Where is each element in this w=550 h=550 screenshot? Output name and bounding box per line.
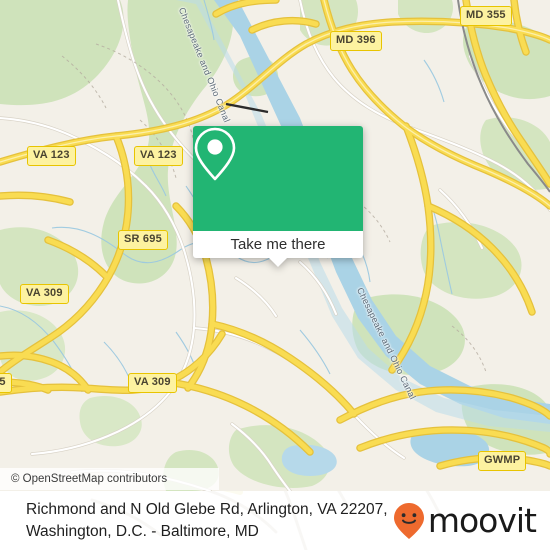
road-shield-va-123-east[interactable]: VA 123 <box>134 146 183 166</box>
popup-tail <box>269 258 287 267</box>
popup-header <box>193 126 363 231</box>
moovit-pin-smiley-icon <box>393 502 424 539</box>
map-pin-icon <box>194 127 236 181</box>
road-shield-va-123-west[interactable]: VA 123 <box>27 146 76 166</box>
popup-footer[interactable]: Take me there <box>193 231 363 267</box>
osm-attribution-bar[interactable]: © OpenStreetMap contributors <box>0 468 219 490</box>
road-shield-va-309-upper[interactable]: VA 309 <box>20 284 69 304</box>
footer-bar: Richmond and N Old Glebe Rd, Arlington, … <box>0 491 550 550</box>
road-shield-95[interactable]: 95 <box>0 373 12 393</box>
map-canvas[interactable]: MD 355 MD 396 VA 123 VA 123 SR 695 VA 30… <box>0 0 550 491</box>
osm-attribution-text: © OpenStreetMap contributors <box>11 473 168 485</box>
road-shield-md-396[interactable]: MD 396 <box>330 31 382 51</box>
caption-line-1: Richmond and N Old Glebe Rd, Arlington, … <box>26 500 388 518</box>
road-shield-sr-695[interactable]: SR 695 <box>118 230 168 250</box>
road-shield-md-355[interactable]: MD 355 <box>460 6 512 26</box>
take-me-there-popup[interactable]: Take me there <box>193 126 363 267</box>
moovit-wordmark: moovit <box>427 501 537 540</box>
caption-line-2: Washington, D.C. - Baltimore, MD <box>26 522 259 540</box>
location-caption: Richmond and N Old Glebe Rd, Arlington, … <box>26 499 388 543</box>
road-shield-va-309-lower[interactable]: VA 309 <box>128 373 177 393</box>
take-me-there-label: Take me there <box>230 236 326 253</box>
road-shield-gwmp[interactable]: GWMP <box>478 451 527 471</box>
moovit-logo[interactable]: moovit <box>392 501 537 541</box>
moovit-map-screenshot: MD 355 MD 396 VA 123 VA 123 SR 695 VA 30… <box>0 0 550 550</box>
